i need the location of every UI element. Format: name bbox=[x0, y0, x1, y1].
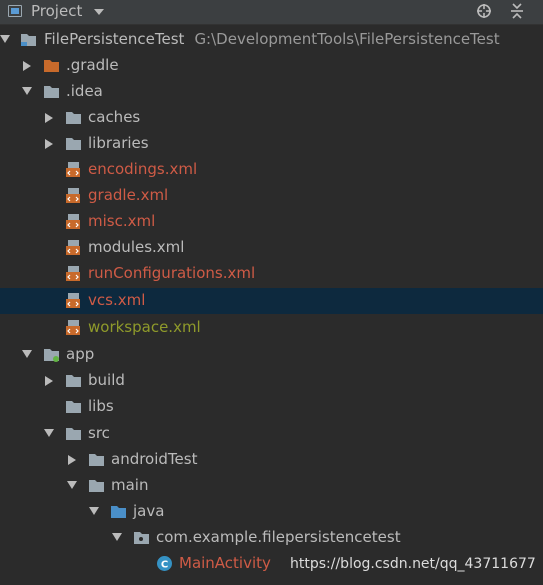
folder-icon bbox=[65, 399, 82, 414]
folder-icon bbox=[43, 84, 60, 99]
folder-icon bbox=[43, 58, 60, 73]
tree-node-label: java bbox=[133, 502, 165, 520]
tree-node-root[interactable]: FilePersistenceTest G:\DevelopmentTools\F… bbox=[0, 27, 543, 53]
chevron-right-icon[interactable] bbox=[68, 455, 76, 465]
tree-node-label: .gradle bbox=[66, 56, 119, 74]
tree-node-misc-xml[interactable]: misc.xml bbox=[0, 209, 543, 235]
tree-node-gradle-xml[interactable]: gradle.xml bbox=[0, 183, 543, 209]
chevron-right-icon[interactable] bbox=[23, 61, 31, 71]
tree-node-src[interactable]: src bbox=[0, 421, 543, 447]
tree-node-modules-xml[interactable]: modules.xml bbox=[0, 235, 543, 261]
tree-node-label: app bbox=[66, 345, 95, 363]
tree-node-label: main bbox=[111, 476, 149, 494]
watermark-url: https://blog.csdn.net/qq_43711677 bbox=[290, 556, 536, 572]
xml-file-icon bbox=[65, 266, 82, 281]
tree-node-package[interactable]: com.example.filepersistencetest bbox=[0, 525, 543, 551]
xml-file-icon bbox=[65, 162, 82, 177]
tree-node-label: encodings.xml bbox=[88, 160, 198, 178]
folder-icon bbox=[88, 478, 105, 493]
tree-node-label: caches bbox=[88, 108, 141, 126]
folder-icon bbox=[88, 452, 105, 467]
chevron-down-icon[interactable] bbox=[67, 481, 77, 489]
tree-node-app-module[interactable]: app bbox=[0, 342, 543, 368]
tree-node-label: runConfigurations.xml bbox=[88, 264, 256, 282]
tree-node-main[interactable]: main bbox=[0, 473, 543, 499]
chevron-right-icon[interactable] bbox=[45, 376, 53, 386]
collapse-all-icon[interactable] bbox=[509, 3, 525, 19]
chevron-right-icon[interactable] bbox=[45, 113, 53, 123]
svg-text:C: C bbox=[161, 560, 168, 571]
chevron-down-icon[interactable] bbox=[22, 350, 32, 358]
xml-file-icon bbox=[65, 320, 82, 335]
tree-node-label: FilePersistenceTest G:\DevelopmentTools\F… bbox=[44, 30, 500, 48]
project-folder-icon bbox=[21, 34, 36, 46]
tree-node-build[interactable]: build bbox=[0, 368, 543, 394]
chevron-down-icon[interactable] bbox=[112, 533, 122, 541]
xml-file-icon bbox=[65, 240, 82, 255]
chevron-down-icon[interactable] bbox=[22, 87, 32, 95]
tree-node-label: misc.xml bbox=[88, 212, 156, 230]
source-folder-icon bbox=[110, 504, 127, 519]
folder-icon bbox=[65, 136, 82, 151]
tree-node-label: androidTest bbox=[111, 450, 198, 468]
tree-node-runconfigurations-xml[interactable]: runConfigurations.xml bbox=[0, 261, 543, 287]
tree-node-label: libs bbox=[88, 397, 114, 415]
tree-node-label: com.example.filepersistencetest bbox=[156, 528, 401, 546]
xml-file-icon bbox=[65, 188, 82, 203]
project-toolbar: Project bbox=[0, 0, 543, 25]
xml-file-icon bbox=[65, 293, 82, 308]
tree-node-label: src bbox=[88, 424, 110, 442]
package-icon bbox=[134, 532, 149, 544]
tree-node-idea-folder[interactable]: .idea bbox=[0, 79, 543, 105]
xml-file-icon bbox=[65, 214, 82, 229]
crosshair-icon[interactable] bbox=[476, 3, 492, 19]
tree-node-libraries[interactable]: libraries bbox=[0, 131, 543, 157]
tree-node-encodings-xml[interactable]: encodings.xml bbox=[0, 157, 543, 183]
project-window-icon bbox=[8, 5, 22, 17]
folder-icon bbox=[65, 110, 82, 125]
chevron-down-icon[interactable] bbox=[94, 9, 104, 15]
class-icon: C bbox=[157, 556, 172, 571]
tree-node-caches[interactable]: caches bbox=[0, 105, 543, 131]
tree-node-label: .idea bbox=[66, 82, 103, 100]
module-folder-icon bbox=[44, 349, 59, 362]
folder-icon bbox=[65, 373, 82, 388]
chevron-down-icon[interactable] bbox=[44, 429, 54, 437]
chevron-right-icon[interactable] bbox=[45, 139, 53, 149]
chevron-down-icon[interactable] bbox=[0, 35, 10, 43]
chevron-down-icon[interactable] bbox=[89, 507, 99, 515]
tree-node-label: build bbox=[88, 371, 125, 389]
folder-icon bbox=[65, 426, 82, 441]
tree-node-label: modules.xml bbox=[88, 238, 185, 256]
tree-node-androidtest[interactable]: androidTest bbox=[0, 447, 543, 473]
project-path: G:\DevelopmentTools\FilePersistenceTest bbox=[194, 30, 500, 48]
tree-node-label: libraries bbox=[88, 134, 149, 152]
tree-node-vcs-xml[interactable]: vcs.xml bbox=[0, 288, 543, 314]
project-view-selector[interactable]: Project bbox=[31, 2, 82, 20]
tree-node-label: workspace.xml bbox=[88, 318, 201, 336]
tree-node-java[interactable]: java bbox=[0, 499, 543, 525]
tree-node-gradle-folder[interactable]: .gradle bbox=[0, 53, 543, 79]
tree-node-label: vcs.xml bbox=[88, 291, 146, 309]
tree-node-libs[interactable]: libs bbox=[0, 394, 543, 420]
tree-node-label: gradle.xml bbox=[88, 186, 169, 204]
tree-node-workspace-xml[interactable]: workspace.xml bbox=[0, 315, 543, 341]
tree-node-label: MainActivity bbox=[179, 554, 271, 572]
